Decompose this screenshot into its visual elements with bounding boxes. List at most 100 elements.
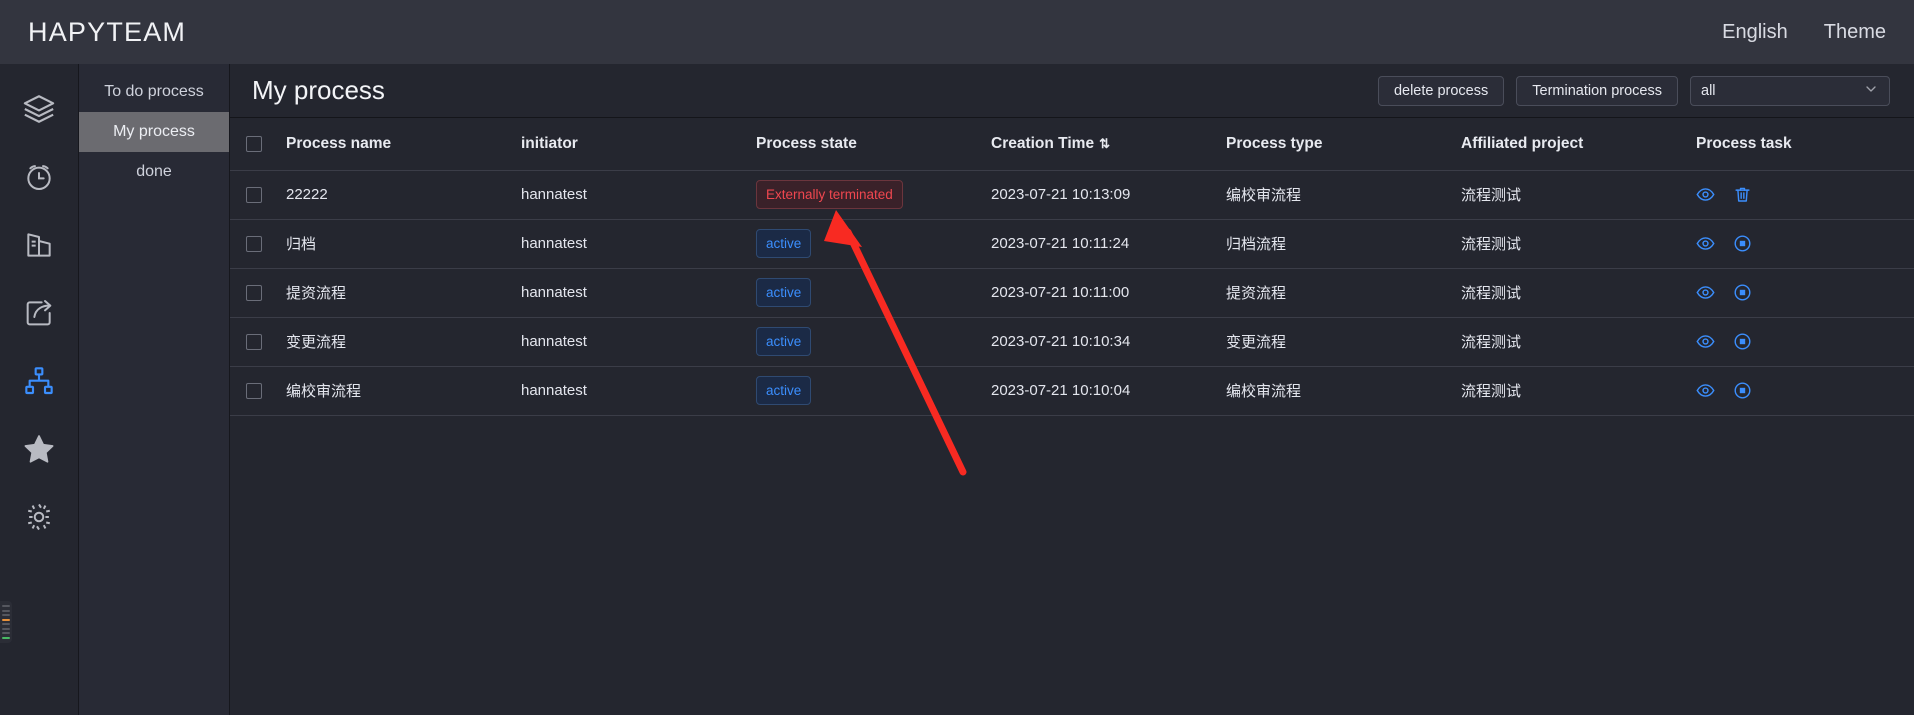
row-checkbox[interactable]	[246, 382, 262, 399]
process-filter-select[interactable]: all	[1690, 75, 1890, 106]
app-root: HAPYTEAM English Theme To do process My …	[0, 0, 1914, 715]
alarm-clock-icon	[23, 161, 55, 193]
header-actions: English Theme	[1722, 21, 1886, 44]
row-select-cell	[230, 219, 286, 269]
cell-process-task	[1696, 317, 1914, 367]
cell-process-state: active	[756, 219, 991, 269]
view-icon[interactable]	[1696, 332, 1715, 351]
handle-line-green	[2, 636, 10, 639]
sidebar-item-statistics[interactable]	[11, 218, 67, 272]
subnav-item-todo[interactable]: To do process	[79, 72, 229, 112]
table-row[interactable]: 归档 hannatest active 2023-07-21 10:11:24 …	[230, 219, 1914, 269]
cell-process-type: 提资流程	[1226, 268, 1461, 318]
row-actions	[1696, 332, 1914, 351]
cell-creation-time: 2023-07-21 10:10:34	[991, 317, 1226, 367]
cell-process-state: active	[756, 268, 991, 318]
cell-process-type: 编校审流程	[1226, 366, 1461, 416]
row-select-cell	[230, 366, 286, 416]
body-wrapper: To do process My process done My process…	[0, 64, 1914, 715]
view-icon[interactable]	[1696, 185, 1715, 204]
select-all-checkbox[interactable]	[246, 135, 262, 152]
header-process-type[interactable]: Process type	[1226, 118, 1461, 171]
stop-icon[interactable]	[1733, 234, 1752, 253]
handle-line	[2, 627, 10, 630]
row-select-cell	[230, 268, 286, 318]
header-process-state[interactable]: Process state	[756, 118, 991, 171]
subnav-item-done[interactable]: done	[79, 152, 229, 192]
panel-header: My process delete process Termination pr…	[230, 64, 1914, 118]
handle-line	[2, 632, 10, 635]
cell-affiliated-project: 流程测试	[1461, 219, 1696, 269]
sidebar-item-layers[interactable]	[11, 82, 67, 136]
view-icon[interactable]	[1696, 381, 1715, 400]
sidebar-item-share[interactable]	[11, 286, 67, 340]
header-initiator[interactable]: initiator	[521, 118, 756, 171]
table-row[interactable]: 22222 hannatest Externally terminated 20…	[230, 170, 1914, 220]
language-switch-link[interactable]: English	[1722, 21, 1788, 44]
app-logo-text: HAPYTEAM	[28, 16, 187, 47]
sidebar-item-schedule[interactable]	[11, 150, 67, 204]
delete-icon[interactable]	[1733, 185, 1752, 204]
header-affiliated-project[interactable]: Affiliated project	[1461, 118, 1696, 171]
sidebar-item-process[interactable]	[11, 354, 67, 408]
cell-affiliated-project: 流程测试	[1461, 268, 1696, 318]
row-actions	[1696, 381, 1914, 400]
row-select-cell	[230, 170, 286, 220]
chevron-down-icon	[1863, 81, 1879, 101]
share-export-icon	[23, 297, 55, 329]
panel-toolbar: delete process Termination process all	[1377, 75, 1890, 106]
cell-process-state: Externally terminated	[756, 170, 991, 220]
cell-process-type: 变更流程	[1226, 317, 1461, 367]
delete-process-button[interactable]: delete process	[1377, 75, 1505, 106]
sort-toggle-icon[interactable]: ⇅	[1099, 136, 1110, 152]
stop-icon[interactable]	[1733, 381, 1752, 400]
status-badge: active	[756, 326, 812, 357]
chart-building-icon	[23, 229, 55, 261]
stop-icon[interactable]	[1733, 332, 1752, 351]
row-actions	[1696, 283, 1914, 302]
cell-affiliated-project: 流程测试	[1461, 170, 1696, 220]
process-filter-value: all	[1701, 82, 1716, 99]
row-checkbox[interactable]	[246, 235, 262, 252]
cell-affiliated-project: 流程测试	[1461, 317, 1696, 367]
cell-process-task	[1696, 170, 1914, 220]
view-icon[interactable]	[1696, 283, 1715, 302]
cell-process-task	[1696, 219, 1914, 269]
table-row[interactable]: 提资流程 hannatest active 2023-07-21 10:11:0…	[230, 268, 1914, 318]
select-all-header	[230, 118, 286, 171]
edge-drawer-handle[interactable]	[0, 601, 12, 643]
cell-affiliated-project: 流程测试	[1461, 366, 1696, 416]
cell-process-name: 22222	[286, 170, 521, 220]
main-content: My process delete process Termination pr…	[230, 64, 1914, 715]
status-badge: active	[756, 228, 812, 259]
cell-process-task	[1696, 268, 1914, 318]
status-badge: active	[756, 277, 812, 308]
table-row[interactable]: 变更流程 hannatest active 2023-07-21 10:10:3…	[230, 317, 1914, 367]
layers-icon	[22, 92, 56, 126]
top-header-bar: HAPYTEAM English Theme	[0, 0, 1914, 64]
sidebar-item-favorites[interactable]	[11, 422, 67, 476]
header-creation-time[interactable]: Creation Time ⇅	[991, 118, 1226, 171]
header-process-name[interactable]: Process name	[286, 118, 521, 171]
theme-switch-link[interactable]: Theme	[1824, 21, 1886, 44]
cell-initiator: hannatest	[521, 268, 756, 318]
cell-process-name: 归档	[286, 219, 521, 269]
termination-process-button[interactable]: Termination process	[1516, 75, 1678, 106]
cell-initiator: hannatest	[521, 170, 756, 220]
view-icon[interactable]	[1696, 234, 1715, 253]
row-checkbox[interactable]	[246, 186, 262, 203]
cell-process-state: active	[756, 317, 991, 367]
cell-process-type: 归档流程	[1226, 219, 1461, 269]
subnav-item-my-process[interactable]: My process	[79, 112, 229, 152]
cell-process-name: 编校审流程	[286, 366, 521, 416]
process-table: Process name initiator Process state Cre…	[230, 118, 1914, 416]
cell-initiator: hannatest	[521, 366, 756, 416]
sidebar-item-settings[interactable]	[11, 490, 67, 544]
row-checkbox[interactable]	[246, 284, 262, 301]
handle-line-orange	[2, 618, 10, 621]
row-checkbox[interactable]	[246, 333, 262, 350]
row-actions	[1696, 185, 1914, 204]
table-row[interactable]: 编校审流程 hannatest active 2023-07-21 10:10:…	[230, 366, 1914, 416]
cell-creation-time: 2023-07-21 10:10:04	[991, 366, 1226, 416]
stop-icon[interactable]	[1733, 283, 1752, 302]
